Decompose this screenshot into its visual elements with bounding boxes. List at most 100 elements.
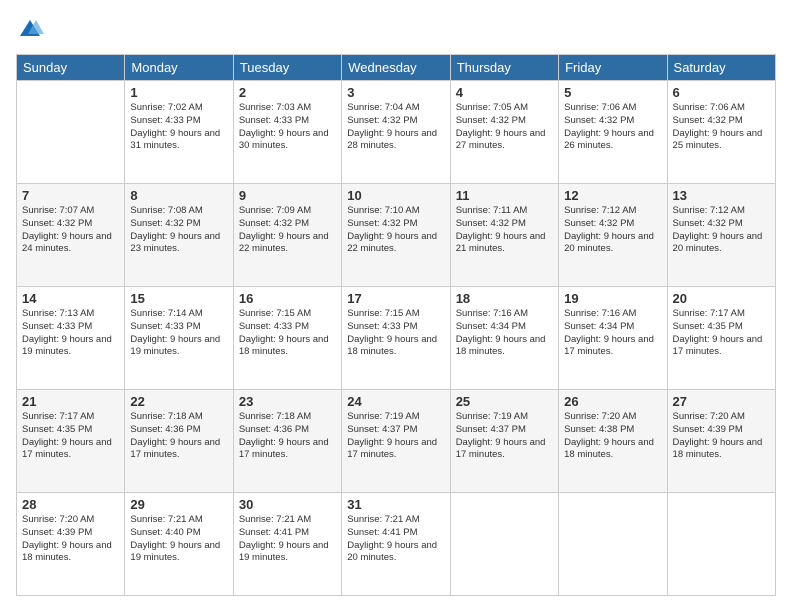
day-info: Sunrise: 7:21 AMSunset: 4:41 PMDaylight:… [347,514,444,565]
day-number: 13 [673,188,770,203]
calendar-week-2: 14 Sunrise: 7:13 AMSunset: 4:33 PMDayligh… [17,287,776,390]
calendar-cell-4-0: 28 Sunrise: 7:20 AMSunset: 4:39 PMDayligh… [17,493,125,596]
calendar-header-thursday: Thursday [450,55,558,81]
day-number: 21 [22,394,119,409]
day-number: 20 [673,291,770,306]
day-info: Sunrise: 7:20 AMSunset: 4:39 PMDaylight:… [673,411,770,462]
day-info: Sunrise: 7:08 AMSunset: 4:32 PMDaylight:… [130,205,227,256]
calendar-header-friday: Friday [559,55,667,81]
day-number: 28 [22,497,119,512]
day-info: Sunrise: 7:18 AMSunset: 4:36 PMDaylight:… [130,411,227,462]
day-info: Sunrise: 7:05 AMSunset: 4:32 PMDaylight:… [456,102,553,153]
page: SundayMondayTuesdayWednesdayThursdayFrid… [0,0,792,612]
calendar-header-row: SundayMondayTuesdayWednesdayThursdayFrid… [17,55,776,81]
calendar-cell-1-0: 7Sunrise: 7:07 AMSunset: 4:32 PMDaylight… [17,184,125,287]
day-number: 1 [130,85,227,100]
day-number: 2 [239,85,336,100]
day-number: 30 [239,497,336,512]
calendar-cell-4-4 [450,493,558,596]
calendar-cell-1-4: 11 Sunrise: 7:11 AMSunset: 4:32 PMDayligh… [450,184,558,287]
day-info: Sunrise: 7:11 AMSunset: 4:32 PMDaylight:… [456,205,553,256]
day-number: 12 [564,188,661,203]
day-info: Sunrise: 7:21 AMSunset: 4:41 PMDaylight:… [239,514,336,565]
calendar-header-tuesday: Tuesday [233,55,341,81]
calendar-cell-1-6: 13 Sunrise: 7:12 AMSunset: 4:32 PMDayligh… [667,184,775,287]
day-number: 27 [673,394,770,409]
calendar-header-wednesday: Wednesday [342,55,450,81]
calendar-cell-1-3: 10 Sunrise: 7:10 AMSunset: 4:32 PMDayligh… [342,184,450,287]
header [16,16,776,44]
calendar-cell-1-1: 8 Sunrise: 7:08 AMSunset: 4:32 PMDaylight… [125,184,233,287]
day-info: Sunrise: 7:12 AMSunset: 4:32 PMDaylight:… [673,205,770,256]
day-number: 17 [347,291,444,306]
calendar-cell-2-0: 14 Sunrise: 7:13 AMSunset: 4:33 PMDayligh… [17,287,125,390]
day-info: Sunrise: 7:20 AMSunset: 4:38 PMDaylight:… [564,411,661,462]
calendar-cell-2-2: 16Sunrise: 7:15 AMSunset: 4:33 PMDayligh… [233,287,341,390]
calendar-cell-2-6: 20 Sunrise: 7:17 AMSunset: 4:35 PMDayligh… [667,287,775,390]
calendar-cell-2-4: 18Sunrise: 7:16 AMSunset: 4:34 PMDayligh… [450,287,558,390]
day-number: 3 [347,85,444,100]
calendar-cell-4-5 [559,493,667,596]
calendar-cell-0-5: 5 Sunrise: 7:06 AMSunset: 4:32 PMDaylight… [559,81,667,184]
day-number: 15 [130,291,227,306]
calendar-cell-3-1: 22 Sunrise: 7:18 AMSunset: 4:36 PMDayligh… [125,390,233,493]
day-number: 23 [239,394,336,409]
day-info: Sunrise: 7:02 AMSunset: 4:33 PMDaylight:… [130,102,227,153]
calendar-cell-0-1: 1 Sunrise: 7:02 AMSunset: 4:33 PMDaylight… [125,81,233,184]
calendar-cell-3-5: 26Sunrise: 7:20 AMSunset: 4:38 PMDayligh… [559,390,667,493]
day-info: Sunrise: 7:03 AMSunset: 4:33 PMDaylight:… [239,102,336,153]
day-info: Sunrise: 7:13 AMSunset: 4:33 PMDaylight:… [22,308,119,359]
calendar-header-saturday: Saturday [667,55,775,81]
calendar-cell-0-4: 4 Sunrise: 7:05 AMSunset: 4:32 PMDaylight… [450,81,558,184]
day-info: Sunrise: 7:06 AMSunset: 4:32 PMDaylight:… [564,102,661,153]
day-number: 22 [130,394,227,409]
calendar-week-1: 7Sunrise: 7:07 AMSunset: 4:32 PMDaylight… [17,184,776,287]
day-number: 24 [347,394,444,409]
day-number: 10 [347,188,444,203]
day-info: Sunrise: 7:17 AMSunset: 4:35 PMDaylight:… [22,411,119,462]
day-number: 25 [456,394,553,409]
day-number: 16 [239,291,336,306]
day-info: Sunrise: 7:10 AMSunset: 4:32 PMDaylight:… [347,205,444,256]
calendar-cell-1-5: 12 Sunrise: 7:12 AMSunset: 4:32 PMDayligh… [559,184,667,287]
day-info: Sunrise: 7:06 AMSunset: 4:32 PMDaylight:… [673,102,770,153]
calendar-cell-1-2: 9Sunrise: 7:09 AMSunset: 4:32 PMDaylight… [233,184,341,287]
day-info: Sunrise: 7:16 AMSunset: 4:34 PMDaylight:… [564,308,661,359]
day-info: Sunrise: 7:17 AMSunset: 4:35 PMDaylight:… [673,308,770,359]
calendar-cell-0-6: 6 Sunrise: 7:06 AMSunset: 4:32 PMDaylight… [667,81,775,184]
day-number: 11 [456,188,553,203]
calendar-cell-3-2: 23 Sunrise: 7:18 AMSunset: 4:36 PMDayligh… [233,390,341,493]
calendar-cell-4-1: 29 Sunrise: 7:21 AMSunset: 4:40 PMDayligh… [125,493,233,596]
calendar-cell-4-3: 31 Sunrise: 7:21 AMSunset: 4:41 PMDayligh… [342,493,450,596]
day-number: 5 [564,85,661,100]
calendar-header-monday: Monday [125,55,233,81]
day-info: Sunrise: 7:19 AMSunset: 4:37 PMDaylight:… [456,411,553,462]
day-number: 18 [456,291,553,306]
calendar-cell-3-3: 24 Sunrise: 7:19 AMSunset: 4:37 PMDayligh… [342,390,450,493]
day-number: 29 [130,497,227,512]
day-number: 8 [130,188,227,203]
day-number: 4 [456,85,553,100]
day-info: Sunrise: 7:20 AMSunset: 4:39 PMDaylight:… [22,514,119,565]
calendar-header-sunday: Sunday [17,55,125,81]
day-info: Sunrise: 7:21 AMSunset: 4:40 PMDaylight:… [130,514,227,565]
day-number: 14 [22,291,119,306]
calendar-cell-2-1: 15 Sunrise: 7:14 AMSunset: 4:33 PMDayligh… [125,287,233,390]
calendar-body: 1 Sunrise: 7:02 AMSunset: 4:33 PMDaylight… [17,81,776,596]
day-info: Sunrise: 7:15 AMSunset: 4:33 PMDaylight:… [347,308,444,359]
calendar-cell-0-2: 2 Sunrise: 7:03 AMSunset: 4:33 PMDaylight… [233,81,341,184]
calendar: SundayMondayTuesdayWednesdayThursdayFrid… [16,54,776,596]
day-number: 6 [673,85,770,100]
day-number: 31 [347,497,444,512]
day-info: Sunrise: 7:04 AMSunset: 4:32 PMDaylight:… [347,102,444,153]
day-number: 9 [239,188,336,203]
calendar-cell-4-6 [667,493,775,596]
calendar-cell-3-0: 21 Sunrise: 7:17 AMSunset: 4:35 PMDayligh… [17,390,125,493]
day-info: Sunrise: 7:12 AMSunset: 4:32 PMDaylight:… [564,205,661,256]
day-info: Sunrise: 7:18 AMSunset: 4:36 PMDaylight:… [239,411,336,462]
day-info: Sunrise: 7:19 AMSunset: 4:37 PMDaylight:… [347,411,444,462]
calendar-cell-0-0 [17,81,125,184]
calendar-cell-3-6: 27 Sunrise: 7:20 AMSunset: 4:39 PMDayligh… [667,390,775,493]
calendar-cell-0-3: 3 Sunrise: 7:04 AMSunset: 4:32 PMDaylight… [342,81,450,184]
day-info: Sunrise: 7:14 AMSunset: 4:33 PMDaylight:… [130,308,227,359]
